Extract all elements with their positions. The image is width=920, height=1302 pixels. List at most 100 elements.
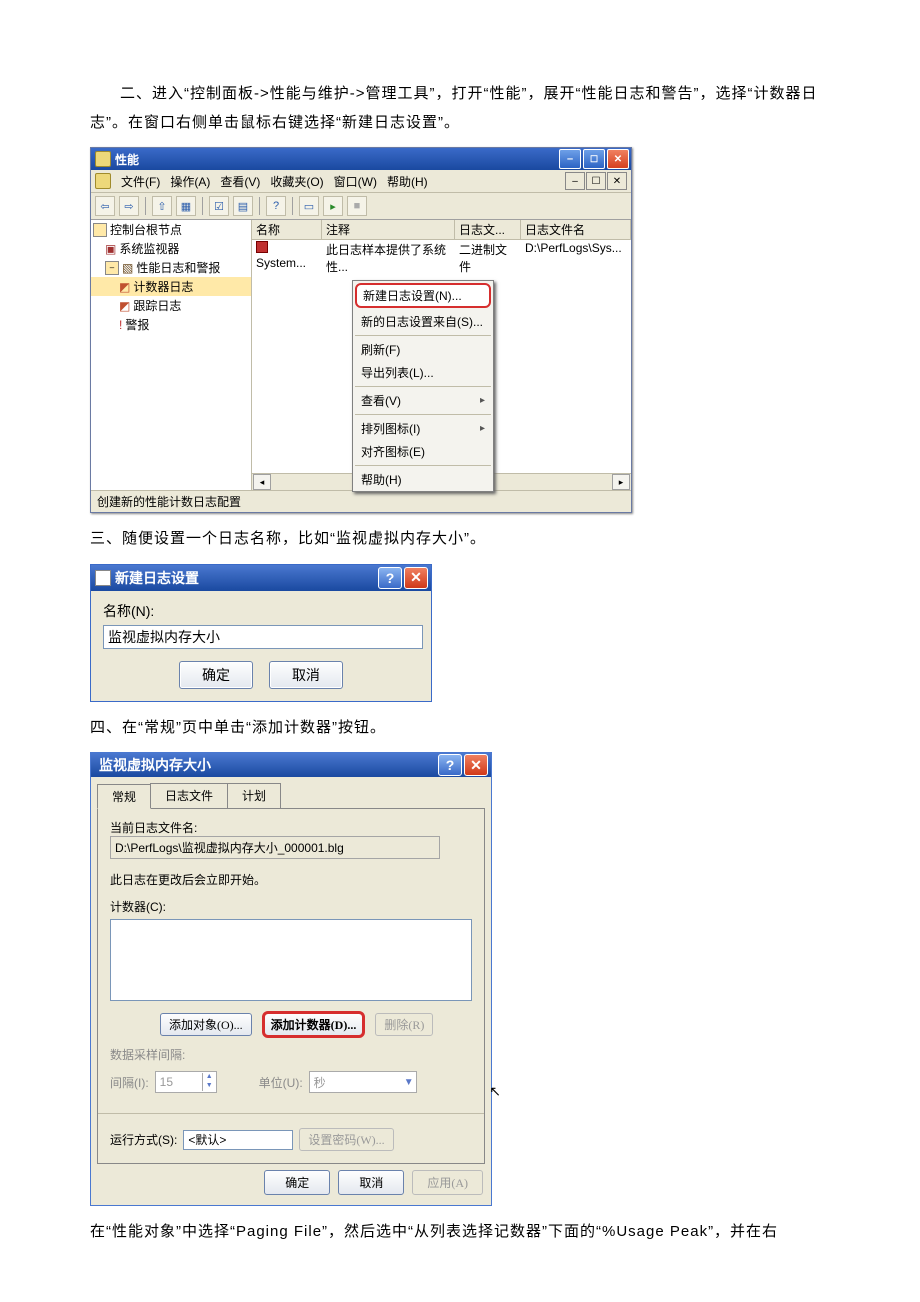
interval-label: 间隔(I): bbox=[110, 1074, 149, 1091]
window-titlebar[interactable]: 性能 bbox=[91, 148, 631, 170]
spin-up-icon[interactable]: ▲ bbox=[202, 1073, 216, 1082]
menu-window[interactable]: 窗口(W) bbox=[334, 173, 377, 190]
sample-interval-label: 数据采样间隔: bbox=[110, 1046, 472, 1063]
name-label: 名称(N): bbox=[103, 601, 419, 621]
toolbar-fwd-icon[interactable]: ⇨ bbox=[119, 196, 139, 216]
apply-button: 应用(A) bbox=[412, 1170, 483, 1195]
scroll-right-icon[interactable]: ▸ bbox=[612, 474, 630, 490]
paragraph-step2: 二、进入“控制面板->性能与维护->管理工具”，打开“性能”，展开“性能日志和警… bbox=[90, 80, 830, 137]
toolbar-stop-icon[interactable]: ■ bbox=[347, 196, 367, 216]
menu-view[interactable]: 查看(V) bbox=[220, 173, 260, 190]
log-icon: ◩ bbox=[119, 299, 130, 313]
log-properties-dialog: 监视虚拟内存大小 ? ✕ 常规 日志文件 计划 当前日志文件名: D:\Perf… bbox=[90, 752, 492, 1206]
tree-panel: 控制台根节点 ▣ 系统监视器 ▧ 性能日志和警报 ◩ 计数器日志 ◩ 跟踪 bbox=[91, 220, 252, 490]
unit-label: 单位(U): bbox=[259, 1074, 303, 1091]
ctx-help[interactable]: 帮助(H) bbox=[353, 468, 493, 491]
toolbar-up-icon[interactable]: ⇧ bbox=[152, 196, 172, 216]
tree-tracelog[interactable]: ◩ 跟踪日志 bbox=[91, 296, 251, 315]
ctx-new-from[interactable]: 新的日志设置来自(S)... bbox=[353, 310, 493, 333]
spin-down-icon[interactable]: ▼ bbox=[202, 1082, 216, 1091]
menu-help[interactable]: 帮助(H) bbox=[387, 173, 428, 190]
dialog-title: 新建日志设置 bbox=[115, 568, 378, 588]
cancel-button[interactable]: 取消 bbox=[338, 1170, 404, 1195]
set-password-button: 设置密码(W)... bbox=[299, 1128, 393, 1151]
remove-button: 删除(R) bbox=[375, 1013, 433, 1036]
tree-counterlog[interactable]: ◩ 计数器日志 bbox=[91, 277, 251, 296]
mdi-close[interactable]: ✕ bbox=[607, 172, 627, 190]
ok-button[interactable]: 确定 bbox=[264, 1170, 330, 1195]
item-icon bbox=[256, 241, 268, 253]
tree-perflogs[interactable]: ▧ 性能日志和警报 bbox=[91, 258, 251, 277]
toolbar-props-icon[interactable]: ▦ bbox=[176, 196, 196, 216]
counters-listbox[interactable] bbox=[110, 919, 472, 1001]
col-file[interactable]: 日志文件名 bbox=[521, 220, 631, 239]
close-button[interactable]: ✕ bbox=[404, 567, 428, 589]
tree-alert[interactable]: ! 警报 bbox=[91, 315, 251, 334]
start-note: 此日志在更改后会立即开始。 bbox=[110, 871, 472, 888]
tab-schedule[interactable]: 计划 bbox=[227, 783, 281, 808]
paragraph-step4: 四、在“常规”页中单击“添加计数器”按钮。 bbox=[90, 714, 830, 743]
monitor-icon: ▣ bbox=[105, 242, 116, 256]
close-button[interactable]: ✕ bbox=[464, 754, 488, 776]
add-counter-button[interactable]: 添加计数器(D)... bbox=[262, 1011, 366, 1038]
cancel-button[interactable]: 取消 bbox=[269, 661, 343, 689]
scroll-left-icon[interactable]: ◂ bbox=[253, 474, 271, 490]
ok-button[interactable]: 确定 bbox=[179, 661, 253, 689]
dropdown-icon: ▼ bbox=[404, 1077, 414, 1088]
mdi-min[interactable]: – bbox=[565, 172, 585, 190]
context-menu: 新建日志设置(N)... 新的日志设置来自(S)... 刷新(F) 导出列表(L… bbox=[352, 280, 494, 492]
toolbar-back-icon[interactable]: ⇦ bbox=[95, 196, 115, 216]
app-icon bbox=[95, 151, 111, 167]
maximize-button[interactable] bbox=[583, 149, 605, 169]
dialog-titlebar[interactable]: 监视虚拟内存大小 ? ✕ bbox=[91, 753, 491, 777]
toolbar: ⇦ ⇨ ⇧ ▦ ☑ ▤ ? ▭ ▸ ■ bbox=[91, 193, 631, 220]
ctx-arrange[interactable]: 排列图标(I) bbox=[353, 417, 493, 440]
menu-bar: 文件(F) 操作(A) 查看(V) 收藏夹(O) 窗口(W) 帮助(H) – ☐… bbox=[91, 170, 631, 193]
interval-spinner[interactable]: 15 ▲▼ bbox=[155, 1071, 217, 1093]
ctx-new-log[interactable]: 新建日志设置(N)... bbox=[355, 283, 491, 308]
dialog-titlebar[interactable]: 新建日志设置 ? ✕ bbox=[91, 565, 431, 591]
runas-input[interactable]: <默认> bbox=[183, 1130, 293, 1150]
toolbar-refresh-icon[interactable]: ☑ bbox=[209, 196, 229, 216]
add-object-button[interactable]: 添加对象(O)... bbox=[160, 1013, 252, 1036]
alert-icon: ! bbox=[119, 318, 122, 332]
col-name[interactable]: 名称 bbox=[252, 220, 322, 239]
name-input[interactable] bbox=[103, 625, 423, 649]
clipboard-icon: ▧ bbox=[122, 261, 133, 275]
menu-action[interactable]: 操作(A) bbox=[170, 173, 210, 190]
help-button[interactable]: ? bbox=[378, 567, 402, 589]
tab-general[interactable]: 常规 bbox=[97, 784, 151, 809]
col-note[interactable]: 注释 bbox=[322, 220, 455, 239]
ctx-align[interactable]: 对齐图标(E) bbox=[353, 440, 493, 463]
close-button[interactable] bbox=[607, 149, 629, 169]
list-header: 名称 注释 日志文... 日志文件名 bbox=[252, 220, 631, 240]
toolbar-export-icon[interactable]: ▤ bbox=[233, 196, 253, 216]
runas-label: 运行方式(S): bbox=[110, 1131, 177, 1148]
ctx-view[interactable]: 查看(V) bbox=[353, 389, 493, 412]
paragraph-step5: 在“性能对象”中选择“Paging File”，然后选中“从列表选择记数器”下面… bbox=[90, 1218, 830, 1247]
menu-file[interactable]: 文件(F) bbox=[121, 173, 160, 190]
tree-root[interactable]: 控制台根节点 bbox=[91, 220, 251, 239]
toolbar-new-icon[interactable]: ▭ bbox=[299, 196, 319, 216]
dialog-title: 监视虚拟内存大小 bbox=[99, 755, 438, 775]
help-button[interactable]: ? bbox=[438, 754, 462, 776]
dialog-icon bbox=[95, 570, 111, 586]
unit-select[interactable]: 秒 ▼ bbox=[309, 1071, 417, 1093]
current-file-label: 当前日志文件名: bbox=[110, 819, 472, 836]
tab-logfile[interactable]: 日志文件 bbox=[150, 783, 228, 808]
toolbar-help-icon[interactable]: ? bbox=[266, 196, 286, 216]
list-row[interactable]: System... 此日志样本提供了系统性... 二进制文件 D:\PerfLo… bbox=[252, 240, 631, 276]
current-file-value: D:\PerfLogs\监视虚拟内存大小_000001.blg bbox=[110, 836, 440, 859]
cursor-icon: ↖ bbox=[489, 1083, 501, 1100]
expand-icon[interactable] bbox=[105, 261, 119, 275]
ctx-refresh[interactable]: 刷新(F) bbox=[353, 338, 493, 361]
counters-label: 计数器(C): bbox=[110, 898, 472, 915]
minimize-button[interactable] bbox=[559, 149, 581, 169]
col-type[interactable]: 日志文... bbox=[455, 220, 521, 239]
toolbar-play-icon[interactable]: ▸ bbox=[323, 196, 343, 216]
mdi-restore[interactable]: ☐ bbox=[586, 172, 606, 190]
menu-favorites[interactable]: 收藏夹(O) bbox=[270, 173, 323, 190]
ctx-export[interactable]: 导出列表(L)... bbox=[353, 361, 493, 384]
mmc-icon bbox=[95, 173, 111, 189]
tree-sysmon[interactable]: ▣ 系统监视器 bbox=[91, 239, 251, 258]
